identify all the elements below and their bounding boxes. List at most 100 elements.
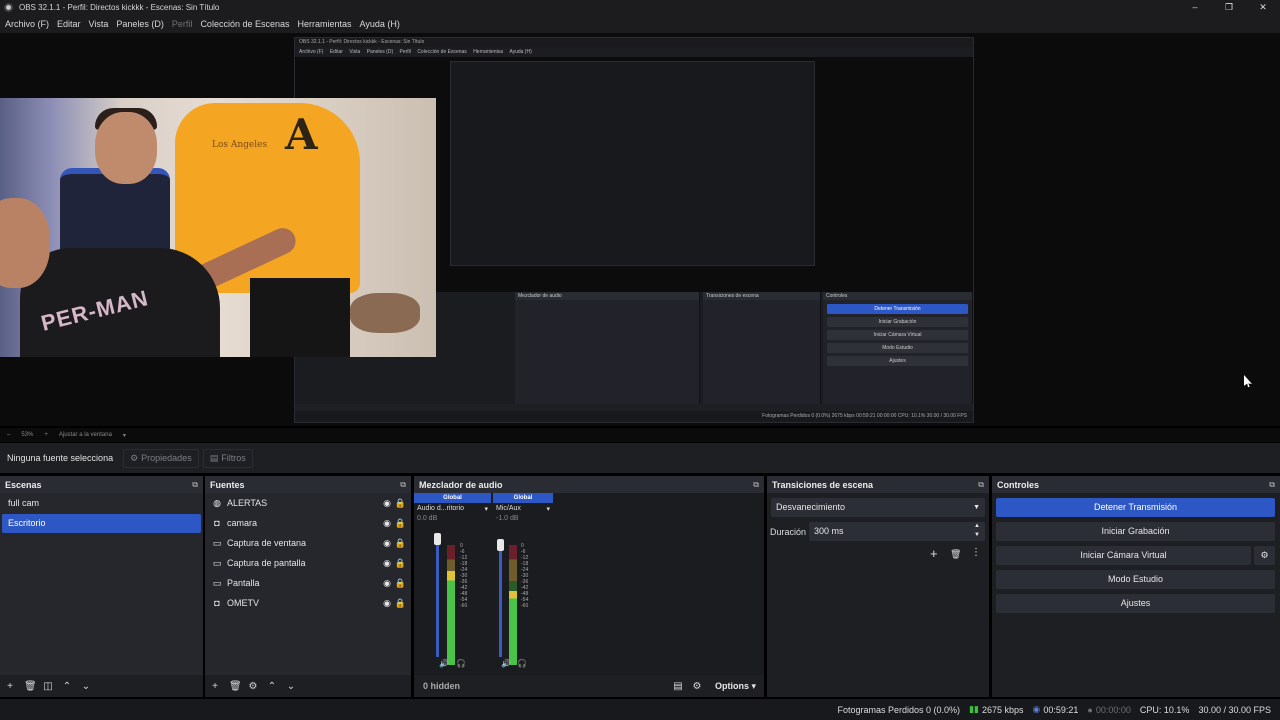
- maximize-button[interactable]: ❐: [1212, 0, 1246, 14]
- eye-icon[interactable]: ◉: [383, 558, 391, 569]
- chevron-down-icon[interactable]: ▾: [546, 505, 550, 513]
- undock-icon[interactable]: ⧉: [978, 480, 984, 490]
- lock-icon[interactable]: 🔒: [395, 538, 406, 549]
- eye-icon[interactable]: ◉: [383, 518, 391, 529]
- lock-icon[interactable]: 🔒: [395, 518, 406, 529]
- lock-icon[interactable]: 🔒: [395, 558, 406, 569]
- shirt-text-la: Los Angeles: [212, 140, 268, 150]
- trash-icon[interactable]: 🗑: [229, 681, 242, 692]
- filters-button[interactable]: ▤ Filtros: [202, 448, 253, 468]
- source-item[interactable]: ◍ ALERTAS ◉ 🔒: [205, 493, 411, 513]
- headphones-icon[interactable]: 🎧: [456, 659, 466, 668]
- controls-dock: Controles ⧉ Detener Transmisión Iniciar …: [992, 476, 1280, 697]
- headphones-icon[interactable]: 🎧: [517, 659, 527, 668]
- meter-scale: 0 -6 -12 -18 -24 -30 -36 -42 -48 -54 -60: [521, 543, 528, 609]
- undock-icon[interactable]: ⧉: [1269, 480, 1275, 490]
- layout-icon[interactable]: ▤: [673, 681, 683, 692]
- sources-title: Fuentes: [210, 479, 245, 490]
- speaker-icon[interactable]: 🔊: [439, 659, 449, 668]
- start-recording-button[interactable]: Iniciar Grabación: [996, 522, 1275, 541]
- menu-editar[interactable]: Editar: [57, 19, 81, 29]
- menu-herramientas[interactable]: Herramientas: [298, 19, 352, 29]
- chevron-down-icon[interactable]: ▾: [123, 432, 126, 439]
- eye-icon[interactable]: ◉: [383, 538, 391, 549]
- webcam-feed: A Los Angeles PER-MAN: [0, 98, 436, 357]
- transition-select[interactable]: Desvanecimiento ▼: [771, 498, 985, 517]
- lock-icon[interactable]: 🔒: [395, 598, 406, 609]
- virtual-camera-settings-button[interactable]: ⚙: [1254, 546, 1275, 565]
- add-icon[interactable]: +: [5, 681, 15, 692]
- channel-name[interactable]: Mic/Aux ▾: [493, 503, 553, 515]
- menu-vista[interactable]: Vista: [89, 19, 109, 29]
- undock-icon[interactable]: ⧉: [753, 480, 759, 490]
- scene-item[interactable]: full cam: [2, 494, 201, 513]
- channel-name-label: Mic/Aux: [496, 505, 521, 512]
- eye-icon[interactable]: ◉: [383, 498, 391, 509]
- mixer-body: Global Audio d...ritorio ▾ 0.0 dB 0 -6 -…: [414, 493, 764, 675]
- sources-dock: Fuentes ⧉ ◍ ALERTAS ◉ 🔒 ◘ camara ◉ 🔒 ▭ C…: [205, 476, 411, 697]
- arrow-down-icon[interactable]: ⌄: [286, 681, 296, 692]
- volume-slider-track[interactable]: [499, 545, 502, 657]
- lock-icon[interactable]: 🔒: [395, 498, 406, 509]
- duration-input[interactable]: 300 ms ▲ ▼: [809, 522, 985, 541]
- pants: [250, 278, 350, 357]
- dropped-frames: Fotogramas Perdidos 0 (0.0%): [837, 704, 961, 715]
- scene-item-selected[interactable]: Escritorio: [2, 514, 201, 533]
- source-item[interactable]: ▭ Captura de ventana ◉ 🔒: [205, 533, 411, 553]
- add-icon[interactable]: +: [210, 681, 220, 692]
- mixer-channel: Global Audio d...ritorio ▾ 0.0 dB 0 -6 -…: [414, 493, 491, 673]
- menu-paneles[interactable]: Paneles (D): [116, 19, 164, 29]
- scenes-list: full cam Escritorio: [0, 493, 203, 675]
- menu-perfil[interactable]: Perfil: [172, 19, 193, 29]
- meter-level: [509, 590, 517, 665]
- speaker-icon[interactable]: 🔊: [501, 659, 511, 668]
- preview-canvas[interactable]: OBS 32.1.1 - Perfil: Directos kickkk - E…: [0, 33, 1280, 426]
- source-label: ALERTAS: [227, 498, 268, 508]
- filter-icon[interactable]: ◫: [43, 681, 53, 692]
- add-icon[interactable]: +: [930, 546, 938, 561]
- gear-icon[interactable]: ⚙: [692, 681, 702, 692]
- menu-archivo[interactable]: Archivo (F): [5, 19, 49, 29]
- volume-slider-knob[interactable]: [497, 539, 504, 551]
- fit-window[interactable]: Ajustar a la ventana: [59, 432, 112, 438]
- sources-header: Fuentes ⧉: [205, 476, 411, 493]
- close-button[interactable]: ✕: [1246, 0, 1280, 14]
- source-item[interactable]: ◘ OMETV ◉ 🔒: [205, 593, 411, 613]
- start-virtual-camera-button[interactable]: Iniciar Cámara Virtual: [996, 546, 1251, 565]
- menu-ayuda[interactable]: Ayuda (H): [360, 19, 400, 29]
- options-button[interactable]: Options ▾: [715, 681, 756, 692]
- eye-icon[interactable]: ◉: [383, 598, 391, 609]
- arrow-up-icon[interactable]: ⌃: [62, 681, 72, 692]
- zoom-out-button[interactable]: –: [7, 432, 10, 438]
- settings-button[interactable]: Ajustes: [996, 594, 1275, 613]
- nested-menu-item: Colección de Escenas: [417, 49, 467, 55]
- arrow-up-icon[interactable]: ⌃: [267, 681, 277, 692]
- undock-icon[interactable]: ⧉: [192, 480, 198, 490]
- source-item[interactable]: ▭ Pantalla ◉ 🔒: [205, 573, 411, 593]
- trash-icon[interactable]: 🗑: [950, 549, 961, 560]
- source-item[interactable]: ▭ Captura de pantalla ◉ 🔒: [205, 553, 411, 573]
- arrow-down-icon[interactable]: ⌄: [81, 681, 91, 692]
- volume-slider-knob[interactable]: [434, 533, 441, 545]
- stop-stream-button[interactable]: Detener Transmisión: [996, 498, 1275, 517]
- nested-menu-item: Ayuda (H): [509, 49, 532, 55]
- lock-icon[interactable]: 🔒: [395, 578, 406, 589]
- options-label: Options: [714, 680, 749, 691]
- spinner-icon[interactable]: ▲ ▼: [974, 522, 980, 540]
- undock-icon[interactable]: ⧉: [400, 480, 406, 490]
- chevron-down-icon[interactable]: ▾: [484, 505, 488, 513]
- source-item[interactable]: ◘ camara ◉ 🔒: [205, 513, 411, 533]
- zoom-in-button[interactable]: +: [44, 432, 48, 438]
- minimize-button[interactable]: –: [1178, 0, 1212, 14]
- more-icon[interactable]: ⋮: [971, 547, 981, 558]
- monitor-icon: ▭: [212, 577, 222, 588]
- eye-icon[interactable]: ◉: [383, 578, 391, 589]
- trash-icon[interactable]: 🗑: [24, 681, 37, 692]
- properties-button[interactable]: ⚙ Propiedades: [123, 448, 199, 468]
- nested-button: Detener Transmisión: [827, 304, 968, 314]
- studio-mode-button[interactable]: Modo Estudio: [996, 570, 1275, 589]
- menu-coleccion[interactable]: Colección de Escenas: [200, 19, 289, 29]
- channel-name[interactable]: Audio d...ritorio ▾: [414, 503, 491, 515]
- volume-slider-track[interactable]: [436, 545, 439, 657]
- gear-icon[interactable]: ⚙: [248, 681, 258, 692]
